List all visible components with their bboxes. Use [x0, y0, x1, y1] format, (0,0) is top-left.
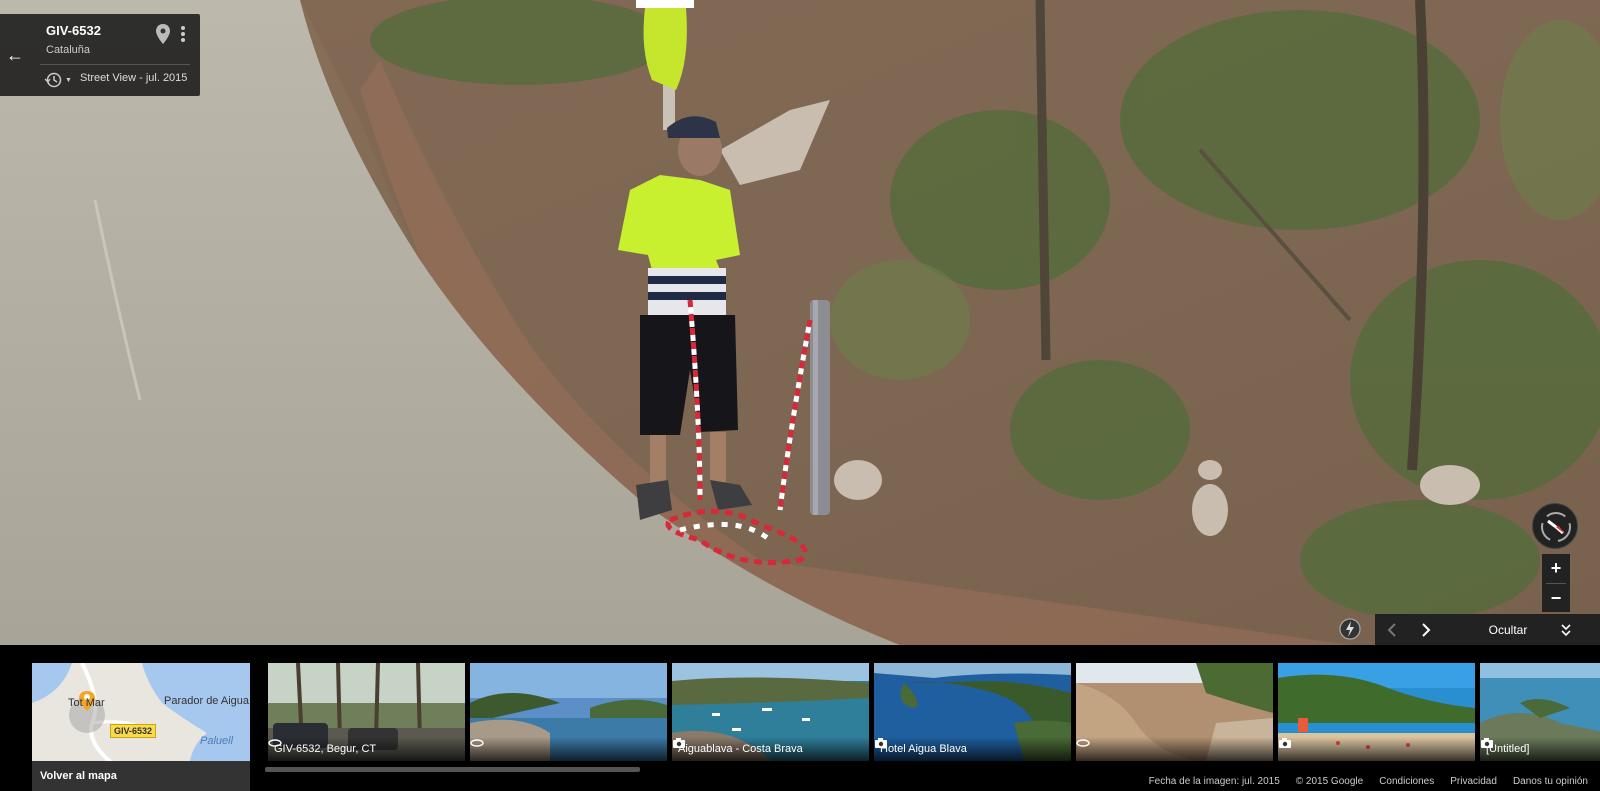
- photo-strip: Tot Mar Parador de Aigua Paluell GIV-653…: [0, 645, 1600, 791]
- thumbnail-scrollbar[interactable]: [265, 767, 640, 772]
- location-title: GIV-6532: [46, 23, 101, 38]
- zoom-out-button[interactable]: −: [1542, 584, 1570, 613]
- imagery-date-label: Street View - jul. 2015: [80, 72, 188, 84]
- camera-icon: [875, 738, 887, 748]
- next-button[interactable]: [1409, 614, 1443, 645]
- street-view-panorama[interactable]: [0, 0, 1600, 645]
- thumbnail-caption: Aiguablava - Costa Brava: [672, 737, 869, 761]
- road-badge: GIV-6532: [110, 724, 157, 738]
- thumbnail-caption: Hotel Aigua Blava: [874, 737, 1071, 761]
- thumbnail[interactable]: [470, 663, 667, 761]
- zoom-in-button[interactable]: +: [1542, 554, 1570, 583]
- chevron-left-icon: [1387, 622, 1396, 637]
- camera-icon: [673, 738, 685, 748]
- caret-down-icon: ▼: [65, 76, 72, 84]
- thumbnail[interactable]: GIV-6532, Begur, CT: [268, 663, 465, 761]
- thumbnail-caption: [470, 737, 667, 761]
- thumbnail[interactable]: [1076, 663, 1273, 761]
- thumbnail-list: GIV-6532, Begur, CT Aiguablava - Costa B…: [268, 663, 1600, 761]
- chevron-right-icon: [1422, 622, 1431, 637]
- thumbnail-caption: [1278, 737, 1475, 761]
- thumbnail[interactable]: [Untitled]: [1480, 663, 1600, 761]
- time-travel-button[interactable]: ▼: [44, 71, 72, 89]
- panorama-360-icon: [1076, 739, 1090, 747]
- photo-strip-nav: Ocultar: [1375, 614, 1600, 645]
- double-chevron-down-icon: [1561, 623, 1571, 636]
- panorama-360-icon: [268, 739, 282, 747]
- previous-button[interactable]: [1375, 614, 1409, 645]
- footer: Fecha de la imagen: jul. 2015 © 2015 Goo…: [1149, 776, 1588, 787]
- minimap[interactable]: Tot Mar Parador de Aigua Paluell GIV-653…: [32, 663, 250, 791]
- minimap-label-paluell: Paluell: [200, 735, 234, 747]
- plus-icon: +: [1550, 558, 1562, 578]
- privacy-link[interactable]: Privacidad: [1450, 776, 1497, 787]
- camera-icon: [1481, 738, 1493, 748]
- minimap-label-parador: Parador de Aigua: [164, 695, 250, 707]
- terms-link[interactable]: Condiciones: [1379, 776, 1434, 787]
- location-card: ← GIV-6532 Cataluña ▼ Street View - jul.…: [0, 14, 200, 96]
- panorama-360-icon: [470, 739, 484, 747]
- image-date: Fecha de la imagen: jul. 2015: [1148, 776, 1280, 787]
- minimap-label-town: Tot Mar: [68, 697, 105, 709]
- minus-icon: −: [1550, 588, 1562, 608]
- thumbnail-caption: GIV-6532, Begur, CT: [268, 737, 465, 761]
- more-options-icon[interactable]: [180, 25, 186, 43]
- flash-icon[interactable]: [1338, 617, 1362, 641]
- thumbnail-caption: [1076, 737, 1273, 761]
- map-pin-icon[interactable]: [156, 24, 170, 44]
- back-to-map-button[interactable]: Volver al mapa: [32, 761, 250, 791]
- thumbnail[interactable]: Hotel Aigua Blava: [874, 663, 1071, 761]
- back-arrow-icon: ←: [6, 44, 24, 65]
- history-clock-icon: [44, 72, 62, 88]
- thumbnail[interactable]: [1278, 663, 1475, 761]
- zoom-control: + −: [1542, 554, 1570, 612]
- camera-icon: [1279, 738, 1291, 748]
- collapse-strip-button[interactable]: [1553, 614, 1579, 645]
- location-region: Cataluña: [46, 44, 91, 56]
- copyright: © 2015 Google: [1295, 776, 1364, 787]
- back-button[interactable]: ←: [0, 14, 30, 96]
- feedback-link[interactable]: Danos tu opinión: [1513, 776, 1588, 787]
- street-view-app: ← GIV-6532 Cataluña ▼ Street View - jul.…: [0, 0, 1600, 791]
- panorama-image: [0, 0, 1600, 645]
- thumbnail[interactable]: Aiguablava - Costa Brava: [672, 663, 869, 761]
- thumbnail-caption: [Untitled]: [1480, 737, 1600, 761]
- hide-strip-button[interactable]: Ocultar: [1463, 623, 1553, 637]
- compass-control[interactable]: [1532, 503, 1578, 549]
- divider: [40, 64, 190, 65]
- compass-icon: [1541, 512, 1571, 542]
